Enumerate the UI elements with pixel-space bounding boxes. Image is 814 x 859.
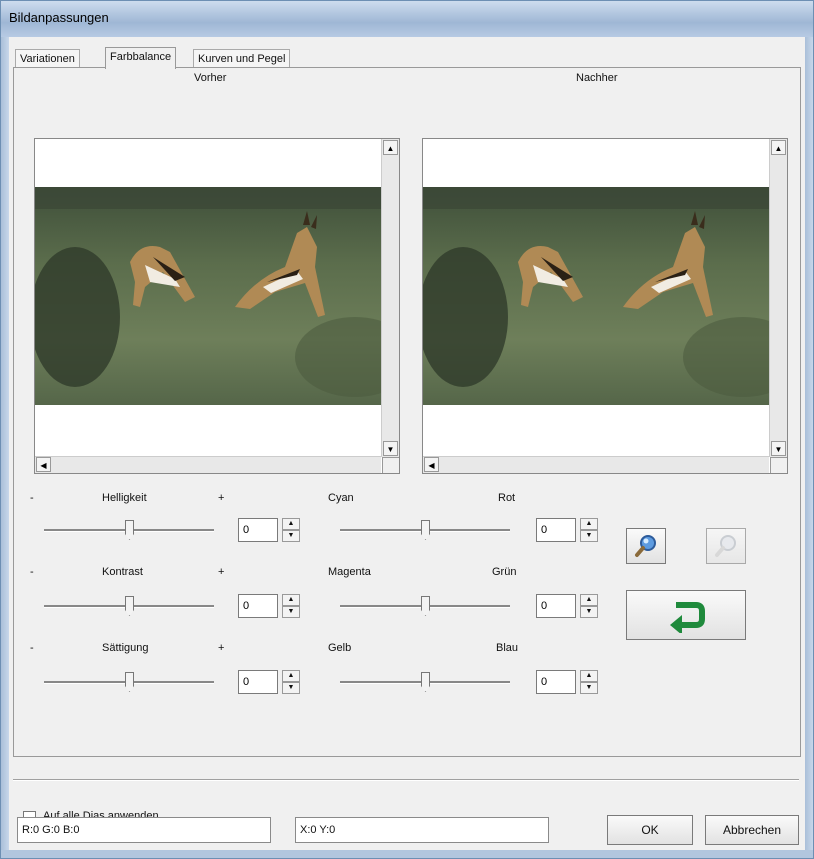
after-preview: ▲ ▼ ◀ (422, 138, 788, 474)
before-photo (35, 187, 381, 405)
before-vertical-scrollbar[interactable]: ▲ ▼ (381, 139, 399, 457)
before-preview: ▲ ▼ ◀ (34, 138, 400, 474)
magnifier-icon (635, 535, 656, 557)
before-label: Vorher (194, 72, 227, 84)
yellow-blue-slider-thumb[interactable] (421, 672, 430, 692)
yellow-blue-value-input[interactable] (536, 670, 576, 694)
magenta-green-slider-thumb[interactable] (421, 596, 430, 616)
tab-variationen[interactable]: Variationen (15, 49, 80, 68)
after-photo (423, 187, 769, 405)
contrast-down-icon[interactable]: ▼ (282, 606, 300, 618)
cyan-red-down-icon[interactable]: ▼ (580, 530, 598, 542)
contrast-label: Kontrast (102, 566, 143, 578)
contrast-value-input[interactable] (238, 594, 278, 618)
before-scroll-left-icon[interactable]: ◀ (36, 457, 51, 472)
window-title: Bildanpassungen (9, 10, 109, 25)
contrast-plus-label: + (218, 566, 225, 578)
yellow-blue-down-icon[interactable]: ▼ (580, 682, 598, 694)
magnifier-disabled-icon (715, 535, 736, 557)
contrast-slider[interactable] (44, 596, 214, 616)
magenta-green-stepper: ▲ ▼ (536, 594, 600, 618)
dialog-window: Bildanpassungen Variationen Farbbalance … (0, 0, 814, 859)
saturation-label: Sättigung (102, 642, 149, 654)
contrast-stepper: ▲ ▼ (238, 594, 302, 618)
cyan-red-stepper: ▲ ▼ (536, 518, 600, 542)
before-scroll-down-icon[interactable]: ▼ (383, 441, 398, 456)
brightness-plus-label: + (218, 492, 225, 504)
cyan-red-slider-thumb[interactable] (421, 520, 430, 540)
saturation-stepper: ▲ ▼ (238, 670, 302, 694)
red-label: Rot (498, 492, 516, 504)
saturation-plus-label: + (218, 642, 225, 654)
saturation-minus-label: - (30, 642, 34, 654)
contrast-slider-thumb[interactable] (125, 596, 134, 616)
cancel-button[interactable]: Abbrechen (705, 815, 799, 845)
brightness-label: Helligkeit (102, 492, 147, 504)
rgb-readout: R:0 G:0 B:0 (17, 817, 271, 843)
after-scroll-up-icon[interactable]: ▲ (771, 140, 786, 155)
saturation-down-icon[interactable]: ▼ (282, 682, 300, 694)
magenta-green-slider[interactable] (340, 596, 510, 616)
brightness-up-icon[interactable]: ▲ (282, 518, 300, 530)
dialog-client-area: Variationen Farbbalance Kurven und Pegel… (9, 37, 805, 850)
magenta-green-value-input[interactable] (536, 594, 576, 618)
yellow-label: Gelb (328, 642, 352, 654)
window-frame-bottom (1, 850, 813, 858)
cyan-red-value-input[interactable] (536, 518, 576, 542)
saturation-slider-thumb[interactable] (125, 672, 134, 692)
green-return-arrow-icon (670, 602, 705, 635)
brightness-stepper: ▲ ▼ (238, 518, 302, 542)
title-bar[interactable]: Bildanpassungen (1, 1, 813, 37)
before-preview-viewport (35, 139, 381, 457)
blue-label: Blau (496, 642, 519, 654)
after-horizontal-scrollbar[interactable]: ◀ (423, 456, 769, 473)
brightness-minus-label: - (30, 492, 34, 504)
after-label: Nachher (576, 72, 618, 84)
yellow-blue-slider[interactable] (340, 672, 510, 692)
zoom-in-button[interactable] (626, 528, 666, 564)
after-scroll-corner (770, 457, 787, 473)
saturation-slider[interactable] (44, 672, 214, 692)
green-label: Grün (492, 566, 517, 578)
after-vertical-scrollbar[interactable]: ▲ ▼ (769, 139, 787, 457)
before-scroll-up-icon[interactable]: ▲ (383, 140, 398, 155)
brightness-slider-thumb[interactable] (125, 520, 134, 540)
yellow-blue-up-icon[interactable]: ▲ (580, 670, 598, 682)
xy-readout: X:0 Y:0 (295, 817, 549, 843)
contrast-minus-label: - (30, 566, 34, 578)
saturation-up-icon[interactable]: ▲ (282, 670, 300, 682)
cyan-red-up-icon[interactable]: ▲ (580, 518, 598, 530)
yellow-blue-stepper: ▲ ▼ (536, 670, 600, 694)
zoom-out-button[interactable] (706, 528, 746, 564)
brightness-down-icon[interactable]: ▼ (282, 530, 300, 542)
tab-kurven-und-pegel[interactable]: Kurven und Pegel (193, 49, 291, 68)
before-scroll-corner (382, 457, 399, 473)
tab-farbbalance[interactable]: Farbbalance (105, 47, 177, 69)
contrast-up-icon[interactable]: ▲ (282, 594, 300, 606)
window-frame-left (1, 37, 9, 858)
after-scroll-down-icon[interactable]: ▼ (771, 441, 786, 456)
brightness-slider[interactable] (44, 520, 214, 540)
cyan-red-slider[interactable] (340, 520, 510, 540)
farbbalance-panel: Vorher Nachher ▲ ▼ ◀ ▲ ▼ ◀ - Helligkeit … (13, 67, 801, 757)
reset-button[interactable] (626, 590, 746, 640)
after-preview-viewport (423, 139, 769, 457)
magenta-green-down-icon[interactable]: ▼ (580, 606, 598, 618)
cyan-label: Cyan (328, 492, 354, 504)
footer-separator (13, 779, 799, 781)
brightness-value-input[interactable] (238, 518, 278, 542)
magenta-green-up-icon[interactable]: ▲ (580, 594, 598, 606)
saturation-value-input[interactable] (238, 670, 278, 694)
magenta-label: Magenta (328, 566, 371, 578)
after-scroll-left-icon[interactable]: ◀ (424, 457, 439, 472)
window-frame-right (805, 37, 813, 858)
ok-button[interactable]: OK (607, 815, 693, 845)
before-horizontal-scrollbar[interactable]: ◀ (35, 456, 381, 473)
